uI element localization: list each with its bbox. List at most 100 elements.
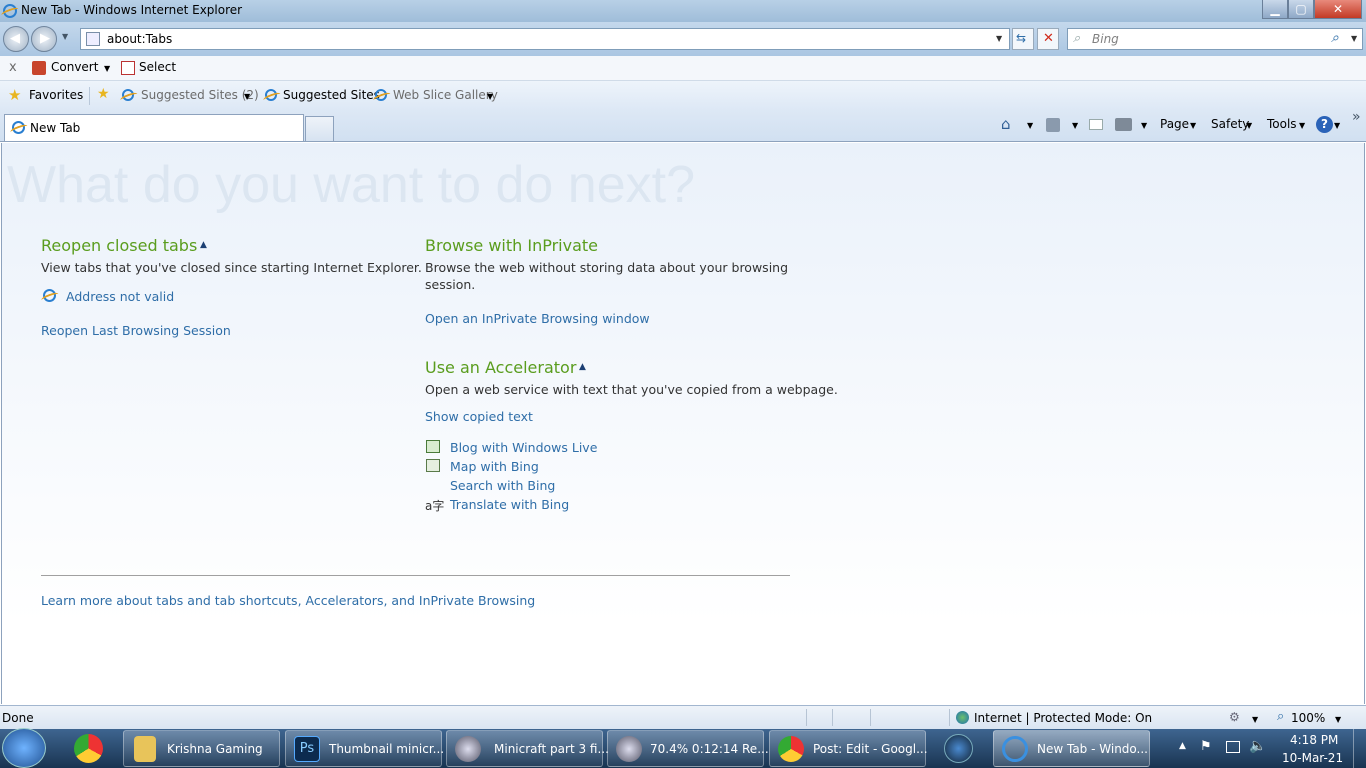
home-dropdown-icon[interactable]: ▼ [1027, 121, 1033, 130]
security-zone[interactable]: Internet | Protected Mode: On [974, 711, 1152, 725]
learn-more-link[interactable]: Learn more about tabs and tab shortcuts,… [41, 593, 535, 608]
closed-tab-link[interactable]: Address not valid [66, 289, 174, 304]
select-button[interactable]: Select [139, 60, 176, 74]
convert-button[interactable]: Convert [51, 60, 98, 74]
reopen-session-link[interactable]: Reopen Last Browsing Session [41, 323, 231, 338]
back-button[interactable]: ◀ [3, 26, 29, 52]
page-dropdown-icon[interactable]: ▼ [1190, 121, 1196, 130]
search-box[interactable]: ⌕ Bing ⌕ ▼ [1067, 28, 1363, 50]
print-dropdown-icon[interactable]: ▼ [1141, 121, 1147, 130]
zoom-dropdown-icon[interactable]: ▼ [1335, 715, 1341, 724]
mail-icon[interactable] [1089, 119, 1103, 130]
convert-dropdown-icon[interactable]: ▼ [104, 64, 110, 73]
home-icon[interactable]: ⌂ [1001, 115, 1011, 133]
clock-date[interactable]: 10-Mar-21 [1282, 751, 1343, 765]
show-hidden-icons[interactable]: ▲ [1179, 741, 1186, 751]
search-provider-icon: ⌕ [1073, 31, 1081, 46]
help-icon[interactable]: ? [1316, 116, 1333, 133]
accelerator-item-map[interactable]: Map with Bing [450, 459, 539, 474]
tools-dropdown-icon[interactable]: ▼ [1299, 121, 1305, 130]
taskbar-item-chrome[interactable]: Post: Edit - Googl... [769, 730, 928, 767]
maximize-button[interactable]: ▢ [1288, 0, 1314, 19]
addons-dropdown-icon[interactable]: ▼ [1252, 715, 1258, 724]
taskbar-item-folder[interactable]: Krishna Gaming [123, 730, 280, 767]
search-input[interactable]: Bing [1092, 32, 1119, 46]
close-toolbar-button[interactable]: x [9, 60, 17, 75]
globe-icon [956, 711, 969, 724]
page-menu[interactable]: Page [1160, 117, 1189, 131]
accelerator-item-translate[interactable]: Translate with Bing [450, 497, 569, 512]
navigation-bar: ◀ ▶ ▼ about:Tabs ▼ ⇆ ✕ ⌕ Bing ⌕ ▼ [0, 22, 1366, 56]
forward-button[interactable]: ▶ [31, 26, 57, 52]
tab-new-tab[interactable]: New Tab [4, 114, 304, 141]
accelerator-description: Open a web service with text that you've… [425, 382, 838, 397]
taskbar-item-video-1[interactable]: Minicraft part 3 fi... [446, 730, 609, 767]
refresh-button[interactable]: ⇆ [1012, 28, 1034, 50]
taskbar-item-ie[interactable]: New Tab - Windo... [993, 730, 1150, 767]
recent-pages-dropdown[interactable]: ▼ [62, 32, 68, 41]
refresh-icon: ⇆ [1016, 31, 1027, 45]
safety-dropdown-icon[interactable]: ▼ [1246, 121, 1252, 130]
taskbar-item-video-2[interactable]: 70.4% 0:12:14 Re... [607, 730, 769, 767]
print-icon[interactable] [1115, 118, 1132, 131]
search-icon[interactable]: ⌕ [1331, 30, 1339, 46]
help-dropdown-icon[interactable]: ▼ [1334, 121, 1340, 130]
taskbar-item-label: Thumbnail minicr... [329, 742, 445, 756]
web-slice-dropdown-icon[interactable]: ▼ [487, 92, 493, 101]
title-bar: New Tab - Windows Internet Explorer ▁ ▢ … [0, 0, 1366, 22]
fav-item-web-slice-gallery[interactable]: Web Slice Gallery [393, 88, 498, 102]
network-icon[interactable] [1226, 741, 1240, 753]
page-headline: What do you want to do next? [7, 156, 695, 214]
search-options-dropdown[interactable]: ▼ [1351, 34, 1357, 43]
address-bar[interactable]: about:Tabs ▼ [80, 28, 1010, 50]
address-dropdown-icon[interactable]: ▼ [996, 34, 1002, 43]
page-icon [86, 32, 100, 46]
action-center-icon[interactable]: ⚑ [1200, 739, 1212, 754]
reopen-heading: Reopen closed tabs [41, 236, 198, 255]
tools-menu[interactable]: Tools [1267, 117, 1297, 131]
protected-mode-icon[interactable]: ⚙ [1229, 710, 1240, 724]
new-tab-button[interactable] [305, 116, 334, 141]
content-divider [41, 575, 790, 576]
address-input[interactable]: about:Tabs [107, 32, 172, 46]
ie-logo-icon [1002, 736, 1028, 762]
video-app-icon [455, 736, 481, 762]
taskbar: Krishna Gaming Ps Thumbnail minicr... Mi… [0, 728, 1366, 768]
stop-icon: ✕ [1043, 31, 1054, 46]
folder-icon [134, 736, 156, 762]
accelerator-item-search[interactable]: Search with Bing [450, 478, 555, 493]
accelerator-item-blog[interactable]: Blog with Windows Live [450, 440, 597, 455]
show-copied-text-link[interactable]: Show copied text [425, 409, 533, 424]
volume-icon[interactable]: 🔈 [1249, 738, 1266, 754]
ie-page-icon [375, 89, 387, 101]
ie-page-icon [122, 89, 134, 101]
clock-time[interactable]: 4:18 PM [1290, 733, 1338, 747]
favorites-star-icon: ★ [8, 86, 22, 104]
toolbar-overflow-button[interactable]: » [1352, 109, 1361, 125]
taskbar-item-photoshop[interactable]: Ps Thumbnail minicr... [285, 730, 445, 767]
safety-menu[interactable]: Safety [1211, 117, 1249, 131]
add-to-favorites-icon[interactable]: ★ [97, 86, 110, 102]
stop-button[interactable]: ✕ [1037, 28, 1059, 50]
feeds-dropdown-icon[interactable]: ▼ [1072, 121, 1078, 130]
chrome-icon[interactable] [74, 734, 103, 763]
fav-item-suggested-sites-2[interactable]: Suggested Sites (2) [141, 88, 259, 102]
suggested-sites-dropdown-icon[interactable]: ▼ [244, 92, 250, 101]
fav-item-suggested-sites[interactable]: Suggested Sites [283, 88, 380, 102]
favorites-button[interactable]: Favorites [29, 88, 83, 102]
taskbar-item-label: 70.4% 0:12:14 Re... [650, 742, 769, 756]
collapse-reopen-icon[interactable]: ▲ [200, 240, 207, 250]
divider [949, 709, 950, 726]
show-desktop-button[interactable] [1353, 729, 1366, 768]
feeds-icon[interactable] [1046, 118, 1060, 132]
ie-page-icon [265, 89, 277, 101]
start-button[interactable] [2, 728, 46, 768]
close-button[interactable]: ✕ [1314, 0, 1362, 19]
zoom-icon: ⌕ [1277, 709, 1285, 724]
tab-bar: New Tab ⌂ ▼ ▼ ▼ Page ▼ Safety ▼ Tools ▼ … [0, 109, 1366, 142]
collapse-accelerator-icon[interactable]: ▲ [579, 362, 586, 372]
zoom-level[interactable]: 100% [1291, 711, 1325, 725]
minimize-button[interactable]: ▁ [1262, 0, 1288, 19]
app-icon[interactable] [944, 734, 973, 763]
inprivate-link[interactable]: Open an InPrivate Browsing window [425, 311, 650, 326]
